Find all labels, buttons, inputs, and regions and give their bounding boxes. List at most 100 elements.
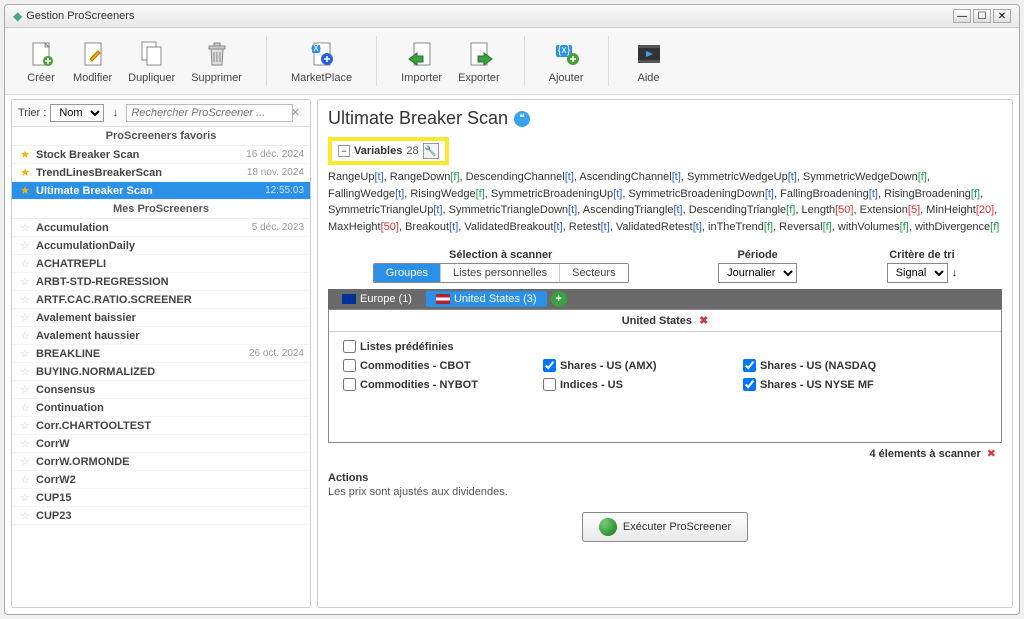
list-item[interactable]: ☆CUP23: [12, 507, 310, 525]
star-icon[interactable]: ☆: [18, 347, 32, 360]
list-item[interactable]: ☆Avalement haussier: [12, 327, 310, 345]
list-item[interactable]: ☆ ACHATREPLI: [12, 255, 310, 273]
star-icon[interactable]: ☆: [18, 455, 32, 468]
star-icon[interactable]: ☆: [18, 401, 32, 414]
maximize-button[interactable]: ☐: [973, 9, 991, 23]
item-date: 16 déc. 2024: [246, 149, 304, 160]
list-item[interactable]: ☆CUP15: [12, 489, 310, 507]
star-icon[interactable]: ☆: [18, 365, 32, 378]
svg-text:{x}: {x}: [558, 44, 571, 56]
duplicate-button[interactable]: Dupliquer: [120, 36, 183, 86]
sort-criterion-select[interactable]: Signal: [887, 263, 948, 283]
market-checkbox[interactable]: [743, 378, 756, 391]
add-button[interactable]: {x} Ajouter: [541, 36, 592, 86]
sort-criterion-direction[interactable]: ↓: [952, 267, 958, 279]
list-item[interactable]: ☆Corr.CHARTOOLTEST: [12, 417, 310, 435]
add-region-button[interactable]: +: [551, 291, 567, 307]
period-select[interactable]: Journalier: [718, 263, 797, 283]
svg-text:{x}: {x}: [309, 42, 322, 54]
predefined-lists-checkbox[interactable]: [343, 340, 356, 353]
market-checkbox[interactable]: [343, 359, 356, 372]
detail-title: Ultimate Breaker Scan: [328, 108, 508, 129]
star-icon[interactable]: ☆: [18, 311, 32, 324]
help-button[interactable]: Aide: [625, 36, 673, 86]
star-icon[interactable]: ☆: [18, 491, 32, 504]
delete-button[interactable]: Supprimer: [183, 36, 250, 86]
screener-list[interactable]: ProScreeners favoris★Stock Breaker Scan1…: [12, 127, 310, 607]
list-item[interactable]: ☆BREAKLINE26 oct. 2024: [12, 345, 310, 363]
import-label: Importer: [401, 72, 442, 84]
market-checkbox[interactable]: [543, 359, 556, 372]
star-icon[interactable]: ☆: [18, 293, 32, 306]
star-icon[interactable]: ★: [18, 166, 32, 179]
list-item[interactable]: ☆ ARBT-STD-REGRESSION: [12, 273, 310, 291]
clear-search-icon[interactable]: ✕: [291, 106, 300, 119]
tab-europe[interactable]: Europe (1): [332, 291, 422, 307]
export-label: Exporter: [458, 72, 500, 84]
modify-button[interactable]: Modifier: [65, 36, 120, 86]
item-date: 5 déc. 2023: [252, 222, 304, 233]
list-item[interactable]: ☆BUYING.NORMALIZED: [12, 363, 310, 381]
clear-elements-button[interactable]: ✖: [987, 447, 996, 460]
import-button[interactable]: Importer: [393, 36, 450, 86]
item-label: Ultimate Breaker Scan: [36, 185, 261, 197]
sort-select[interactable]: Nom: [50, 104, 104, 122]
scan-selection-group: Groupes Listes personnelles Secteurs: [373, 263, 629, 283]
marketplace-button[interactable]: {x} MarketPlace: [283, 36, 360, 86]
star-icon[interactable]: ☆: [18, 509, 32, 522]
market-check-label: Shares - US (NASDAQ: [760, 360, 876, 372]
variables-settings-button[interactable]: 🔧: [423, 143, 439, 159]
execute-button[interactable]: Exécuter ProScreener: [582, 512, 748, 542]
list-item[interactable]: ☆AccumulationDaily: [12, 237, 310, 255]
star-icon[interactable]: ☆: [18, 275, 32, 288]
sectors-tab[interactable]: Secteurs: [560, 264, 627, 282]
star-icon[interactable]: ☆: [18, 257, 32, 270]
market-checkbox[interactable]: [343, 378, 356, 391]
star-icon[interactable]: ☆: [18, 239, 32, 252]
item-label: ACHATREPLI: [36, 258, 300, 270]
scan-list-box: United States ✖ Listes prédéfinies Commo…: [328, 309, 1002, 443]
personal-lists-tab[interactable]: Listes personnelles: [441, 264, 560, 282]
sort-direction-button[interactable]: ↓: [108, 106, 122, 120]
star-icon[interactable]: ★: [18, 184, 32, 197]
create-button[interactable]: Créer: [17, 36, 65, 86]
market-checkbox[interactable]: [543, 378, 556, 391]
item-label: CorrW2: [36, 474, 300, 486]
star-icon[interactable]: ★: [18, 148, 32, 161]
groups-tab[interactable]: Groupes: [374, 264, 441, 282]
list-item[interactable]: ☆Accumulation5 déc. 2023: [12, 219, 310, 237]
help-bubble-icon[interactable]: ❝: [514, 111, 530, 127]
actions-note: Les prix sont ajustés aux dividendes.: [328, 486, 1002, 498]
star-icon[interactable]: ☆: [18, 419, 32, 432]
list-item[interactable]: ☆CorrW: [12, 435, 310, 453]
variables-text: RangeUp[t], RangeDown[f], DescendingChan…: [328, 169, 1002, 235]
tab-united-states[interactable]: United States (3): [426, 291, 547, 307]
star-icon[interactable]: ☆: [18, 221, 32, 234]
list-item[interactable]: ★Stock Breaker Scan16 déc. 2024: [12, 146, 310, 164]
item-date: 18 nov. 2024: [247, 167, 304, 178]
close-button[interactable]: ✕: [993, 9, 1011, 23]
market-check-item: Indices - US: [543, 378, 723, 391]
market-check-label: Commodities - NYBOT: [360, 379, 478, 391]
star-icon[interactable]: ☆: [18, 437, 32, 450]
variables-count: 28: [406, 145, 418, 157]
list-item[interactable]: ☆ Continuation: [12, 399, 310, 417]
remove-region-button[interactable]: ✖: [699, 315, 708, 327]
market-checkbox[interactable]: [743, 359, 756, 372]
list-item[interactable]: ★Ultimate Breaker Scan12:55:03: [12, 182, 310, 200]
star-icon[interactable]: ☆: [18, 383, 32, 396]
export-button[interactable]: Exporter: [450, 36, 508, 86]
list-item[interactable]: ☆ CorrW2: [12, 471, 310, 489]
item-label: Continuation: [36, 402, 300, 414]
list-item[interactable]: ☆Consensus: [12, 381, 310, 399]
list-item[interactable]: ☆CorrW.ORMONDE: [12, 453, 310, 471]
list-item[interactable]: ☆Avalement baissier: [12, 309, 310, 327]
list-item[interactable]: ★TrendLinesBreakerScan18 nov. 2024: [12, 164, 310, 182]
star-icon[interactable]: ☆: [18, 473, 32, 486]
collapse-toggle[interactable]: −: [338, 145, 350, 157]
star-icon[interactable]: ☆: [18, 329, 32, 342]
list-item[interactable]: ☆ARTF.CAC.RATIO.SCREENER: [12, 291, 310, 309]
item-label: ARBT-STD-REGRESSION: [36, 276, 300, 288]
minimize-button[interactable]: —: [953, 9, 971, 23]
search-input[interactable]: [126, 104, 293, 122]
